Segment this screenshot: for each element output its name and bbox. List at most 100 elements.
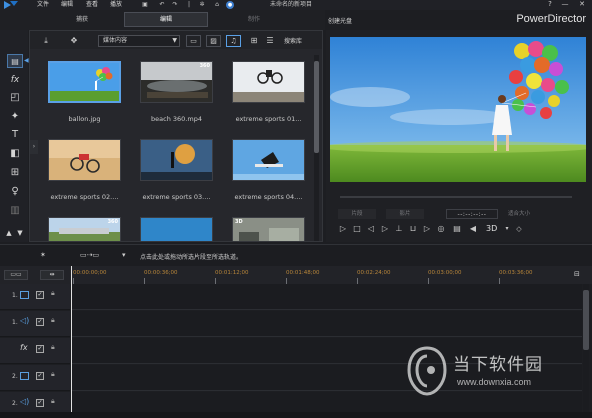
- tab-create-disc[interactable]: 创建光盘: [328, 16, 352, 25]
- 3d-dropdown-icon[interactable]: ▾: [502, 223, 512, 235]
- transition-room-icon[interactable]: ◧: [7, 147, 23, 161]
- lock-icon[interactable]: 🔒︎: [51, 289, 55, 298]
- video-track-icon: [20, 291, 29, 299]
- clip-thumbnail: [232, 139, 305, 181]
- video-filter-icon[interactable]: ▭: [186, 35, 201, 47]
- audio-track-icon: ◁): [20, 316, 30, 325]
- track-dropdown-icon[interactable]: ▾: [122, 249, 126, 261]
- help-button[interactable]: ?: [545, 0, 555, 9]
- tab-capture[interactable]: 捕获: [40, 11, 124, 28]
- mark-out-icon[interactable]: ⊔: [408, 223, 418, 235]
- track-enable-checkbox[interactable]: ✓: [36, 399, 44, 407]
- image-filter-icon[interactable]: ▨: [206, 35, 221, 47]
- previous-frame-icon[interactable]: ◁: [366, 223, 376, 235]
- lock-icon[interactable]: 🔒︎: [51, 370, 55, 379]
- track-enable-checkbox[interactable]: ✓: [36, 345, 44, 353]
- timeline-zoom-bar: [0, 412, 592, 418]
- subtitle-icon[interactable]: ▤: [452, 223, 462, 235]
- save-icon[interactable]: ▣: [141, 0, 149, 9]
- next-frame-icon[interactable]: ▷: [380, 223, 390, 235]
- particle-room-icon[interactable]: ✦: [7, 110, 23, 124]
- media-room-icon[interactable]: ▤: [7, 54, 23, 68]
- track-manager-icon[interactable]: ⊟: [574, 270, 580, 278]
- media-type-select[interactable]: 媒体内容 ▼: [98, 35, 180, 47]
- scroll-down-icon[interactable]: ▼: [15, 226, 25, 240]
- timeline-scroll-thumb[interactable]: [583, 290, 589, 350]
- track-audio-1[interactable]: 1. ◁) ✓ 🔒︎: [0, 311, 582, 338]
- track-lane[interactable]: [71, 284, 582, 310]
- timeline-playhead[interactable]: [71, 266, 72, 416]
- play-icon[interactable]: ▷: [338, 223, 348, 235]
- zoom-select[interactable]: 适合大小: [508, 209, 550, 219]
- chapter-room-icon[interactable]: ▥: [7, 204, 23, 218]
- clip-extreme-sports-03[interactable]: extreme sports 03....: [140, 139, 216, 201]
- magic-tools-icon[interactable]: ✶: [40, 249, 46, 261]
- volume-icon[interactable]: ◀: [468, 223, 478, 235]
- import-icon[interactable]: ⤓: [38, 35, 54, 47]
- redo-icon[interactable]: ↷: [171, 0, 179, 9]
- clip-video-9[interactable]: 3D: [232, 217, 308, 241]
- tab-produce[interactable]: 制作: [212, 11, 296, 28]
- stop-icon[interactable]: □: [352, 223, 362, 235]
- lock-icon[interactable]: 🔒︎: [51, 343, 55, 352]
- detach-preview-icon[interactable]: ◇: [514, 223, 524, 235]
- library-scrollbar[interactable]: [314, 55, 319, 241]
- menu-file[interactable]: 文件: [37, 0, 49, 9]
- clip-ballon[interactable]: ballon.jpg: [48, 61, 124, 123]
- tab-edit[interactable]: 编辑: [124, 12, 208, 27]
- clip-extreme-sports-01[interactable]: extreme sports 01...: [232, 61, 308, 123]
- menu-play[interactable]: 播放: [110, 0, 122, 9]
- title-bar: 文件 编辑 查看 播放 ▣ ↶ ↷ | ✲ ⌂ ● 未命名的新项目 ? — ✕: [0, 0, 592, 10]
- preview-scrubber[interactable]: [340, 196, 572, 198]
- lock-icon[interactable]: 🔒︎: [51, 397, 55, 406]
- fit-timeline-icon[interactable]: ⇹: [40, 270, 64, 280]
- account-icon[interactable]: ●: [226, 1, 234, 9]
- library-scroll-thumb[interactable]: [314, 61, 319, 153]
- plugin-icon[interactable]: ✥: [66, 35, 82, 47]
- hint-text: 点击此处或拖动所选片段至所选轨道。: [140, 254, 243, 261]
- undo-icon[interactable]: ↶: [158, 0, 166, 9]
- clip-thumbnail: 360: [48, 217, 121, 241]
- track-enable-checkbox[interactable]: ✓: [36, 372, 44, 380]
- menu-edit[interactable]: 编辑: [61, 0, 73, 9]
- scroll-up-icon[interactable]: ▲: [4, 226, 14, 240]
- track-enable-checkbox[interactable]: ✓: [36, 318, 44, 326]
- minimize-button[interactable]: —: [560, 0, 570, 9]
- expand-panel-icon[interactable]: ›: [30, 140, 38, 154]
- lock-icon[interactable]: 🔒︎: [51, 316, 55, 325]
- audio-mixing-icon[interactable]: ⊞: [7, 166, 23, 180]
- movie-mode-button[interactable]: 影片: [386, 209, 424, 219]
- effects-room-icon[interactable]: fx: [7, 73, 23, 87]
- clip-video-8[interactable]: [140, 217, 216, 241]
- clip-mode-button[interactable]: 片段: [338, 209, 376, 219]
- ruler-tick: 00:00:00;00: [73, 270, 107, 284]
- grid-view-icon[interactable]: ⊞: [246, 35, 262, 47]
- clip-video-7[interactable]: 360: [48, 217, 124, 241]
- clip-extreme-sports-02[interactable]: extreme sports 02....: [48, 139, 124, 201]
- timecode-display[interactable]: --:--:--:--: [446, 209, 498, 219]
- title-room-icon[interactable]: T: [7, 128, 23, 142]
- mark-in-icon[interactable]: ⊥: [394, 223, 404, 235]
- track-enable-checkbox[interactable]: ✓: [36, 291, 44, 299]
- clip-beach-360[interactable]: 360 beach 360.mp4: [140, 61, 216, 123]
- storyboard-view-icon[interactable]: ▭▭: [4, 270, 28, 280]
- music-filter-icon[interactable]: ♫: [226, 35, 241, 47]
- search-library-button[interactable]: 搜索库: [284, 36, 302, 45]
- track-lane[interactable]: [71, 311, 582, 337]
- track-header: fx ✓ 🔒︎: [0, 338, 70, 364]
- list-view-icon[interactable]: ☰: [262, 35, 278, 47]
- track-header: 1. ✓ 🔒︎: [0, 284, 70, 310]
- insert-overwrite-icon[interactable]: ▭⇢▭: [80, 249, 99, 261]
- pip-room-icon[interactable]: ◰: [7, 91, 23, 105]
- 3d-mode-button[interactable]: 3D: [486, 223, 497, 235]
- ruler-scale[interactable]: 00:00:00;00 00:00:36;00 00:01:12;00 00:0…: [71, 266, 581, 284]
- menu-view[interactable]: 查看: [86, 0, 98, 9]
- settings-icon[interactable]: ✲: [198, 0, 206, 9]
- close-button[interactable]: ✕: [577, 0, 587, 9]
- snapshot-icon[interactable]: ◎: [436, 223, 446, 235]
- voice-over-icon[interactable]: ♀: [7, 185, 23, 199]
- track-video-1[interactable]: 1. ✓ 🔒︎: [0, 284, 582, 311]
- fast-forward-icon[interactable]: ▷: [422, 223, 432, 235]
- clip-extreme-sports-04[interactable]: extreme sports 04....: [232, 139, 308, 201]
- lock-icon[interactable]: ⌂: [213, 0, 221, 9]
